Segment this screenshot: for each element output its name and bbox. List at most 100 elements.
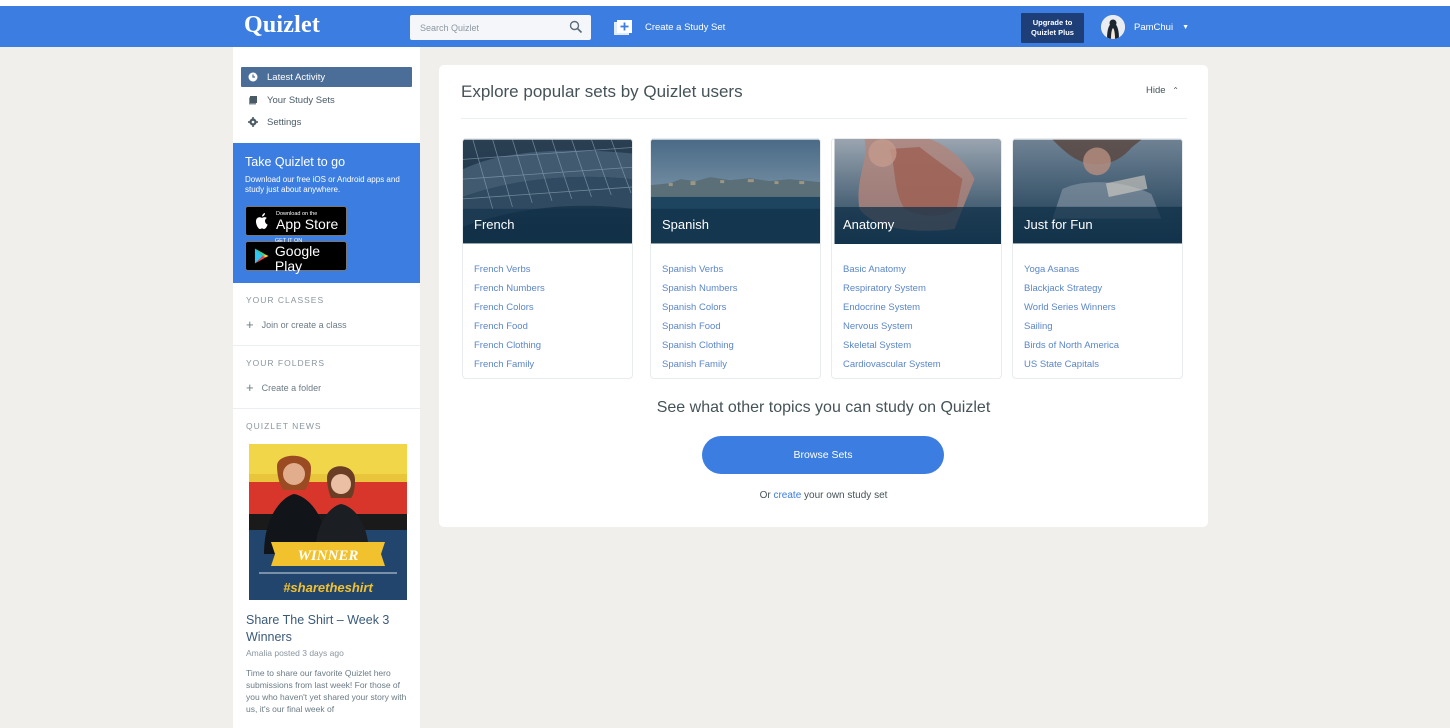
quizlet-news-heading: QUIZLET NEWS (246, 421, 322, 431)
set-link[interactable]: Sailing (1024, 317, 1119, 336)
set-link[interactable]: Endocrine System (843, 298, 941, 317)
set-link[interactable]: Nervous System (843, 317, 941, 336)
sidebar-item-label: Your Study Sets (267, 94, 335, 106)
top-bar: Quizlet Create a Study Set Upgrade to Qu… (0, 0, 1450, 47)
gear-icon (248, 117, 258, 127)
search-input[interactable] (410, 15, 565, 40)
sidebar-item-latest-activity[interactable]: Latest Activity (241, 67, 412, 87)
news-title[interactable]: Share The Shirt – Week 3 Winners (246, 612, 411, 646)
set-link[interactable]: French Colors (474, 298, 545, 317)
card-title[interactable]: French (474, 217, 514, 232)
set-link[interactable]: Yoga Asanas (1024, 260, 1119, 279)
plus-icon: + (246, 317, 254, 332)
or-prefix: Or (759, 490, 771, 501)
winner-banner-text: WINNER (298, 548, 359, 564)
book-icon (249, 96, 257, 105)
card-links: Spanish Verbs Spanish Numbers Spanish Co… (662, 260, 738, 374)
your-classes-heading: YOUR CLASSES (246, 295, 325, 305)
news-image[interactable]: WINNER #sharetheshirt (249, 444, 407, 600)
quizlet-logo[interactable]: Quizlet (244, 12, 320, 39)
hide-label: Hide (1146, 85, 1166, 96)
set-link[interactable]: Spanish Family (662, 355, 738, 374)
sidebar-item-study-sets[interactable]: Your Study Sets (241, 90, 412, 110)
panel-title: Explore popular sets by Quizlet users (461, 82, 743, 101)
or-suffix: your own study set (804, 490, 888, 501)
app-store-button[interactable]: Download on the App Store (245, 206, 347, 236)
news-photo: WINNER #sharetheshirt (249, 444, 407, 600)
set-link[interactable]: French Family (474, 355, 545, 374)
create-study-set-button[interactable]: Create a Study Set (614, 17, 725, 37)
set-link[interactable]: US State Capitals (1024, 355, 1119, 374)
set-link[interactable]: Blackjack Strategy (1024, 279, 1119, 298)
card-title[interactable]: Anatomy (843, 217, 894, 232)
topic-card-just-for-fun: Just for Fun Yoga Asanas Blackjack Strat… (1012, 138, 1183, 379)
google-play-icon (254, 248, 269, 264)
set-link[interactable]: French Food (474, 317, 545, 336)
topic-card-anatomy: Anatomy Basic Anatomy Respiratory System… (831, 138, 1002, 379)
set-link[interactable]: French Numbers (474, 279, 545, 298)
promo-title: Take Quizlet to go (245, 155, 346, 169)
news-meta: Amalia posted 3 days ago (246, 648, 344, 658)
divider (233, 408, 420, 409)
sidebar-item-label: Settings (267, 116, 302, 128)
avatar[interactable] (1101, 15, 1125, 39)
plus-icon: + (246, 380, 254, 395)
avatar-image (1101, 15, 1125, 39)
username: PamChui (1134, 21, 1174, 33)
promo-text: Download our free iOS or Android apps an… (245, 175, 400, 194)
google-play-label: Google Play (274, 243, 321, 274)
set-link[interactable]: World Series Winners (1024, 298, 1119, 317)
upgrade-line-1: Upgrade to (1032, 18, 1073, 27)
clock-icon (248, 72, 258, 82)
set-link[interactable]: Basic Anatomy (843, 260, 941, 279)
card-links: Yoga Asanas Blackjack Strategy World Ser… (1024, 260, 1119, 374)
apple-icon (256, 213, 268, 229)
card-links: French Verbs French Numbers French Color… (474, 260, 545, 374)
user-menu[interactable]: PamChui ▼ (1101, 15, 1189, 39)
set-link[interactable]: Spanish Numbers (662, 279, 738, 298)
topic-card-spanish: Spanish Spanish Verbs Spanish Numbers Sp… (650, 138, 821, 379)
create-own-set-line: Or create your own study set (439, 490, 1208, 501)
app-store-label: App Store (276, 215, 339, 232)
set-link[interactable]: Cardiovascular System (843, 355, 941, 374)
see-other-topics-heading: See what other topics you can study on Q… (656, 399, 991, 416)
card-links: Basic Anatomy Respiratory System Endocri… (843, 260, 941, 374)
divider (233, 345, 420, 346)
upgrade-line-2: Quizlet Plus (1031, 28, 1074, 37)
card-title[interactable]: Just for Fun (1024, 217, 1093, 232)
top-border (0, 0, 1450, 6)
set-link[interactable]: French Verbs (474, 260, 545, 279)
chevron-down-icon[interactable]: ▼ (1182, 24, 1189, 31)
card-title[interactable]: Spanish (662, 217, 709, 232)
set-link[interactable]: Birds of North America (1024, 336, 1119, 355)
google-play-button[interactable]: GET IT ON Google Play (245, 238, 347, 274)
upgrade-button[interactable]: Upgrade to Quizlet Plus (1021, 13, 1084, 43)
set-link[interactable]: Spanish Verbs (662, 260, 738, 279)
join-create-class-link[interactable]: + Join or create a class (246, 317, 347, 332)
divider (461, 118, 1187, 119)
create-folder-label: Create a folder (261, 383, 322, 393)
create-folder-link[interactable]: + Create a folder (246, 380, 322, 395)
news-body: Time to share our favorite Quizlet hero … (246, 668, 407, 714)
sidebar-item-settings[interactable]: Settings (241, 112, 412, 132)
topic-card-french: French French Verbs French Numbers Frenc… (462, 138, 633, 379)
set-link[interactable]: Skeletal System (843, 336, 941, 355)
browse-sets-button[interactable]: Browse Sets (702, 436, 944, 474)
create-link[interactable]: create (773, 490, 801, 501)
sidebar-item-label: Latest Activity (267, 71, 326, 83)
search-box[interactable] (410, 15, 591, 40)
set-link[interactable]: Spanish Clothing (662, 336, 738, 355)
set-link[interactable]: Respiratory System (843, 279, 941, 298)
create-set-icon (614, 19, 632, 35)
join-class-label: Join or create a class (261, 320, 347, 330)
hashtag-text: #sharetheshirt (283, 580, 373, 595)
search-icon[interactable] (569, 20, 583, 34)
set-link[interactable]: Spanish Food (662, 317, 738, 336)
explore-panel: Explore popular sets by Quizlet users Hi… (439, 65, 1208, 527)
your-folders-heading: YOUR FOLDERS (246, 358, 326, 368)
chevron-up-icon: ⌃ (1172, 86, 1179, 95)
set-link[interactable]: French Clothing (474, 336, 545, 355)
hide-button[interactable]: Hide ⌃ (1146, 85, 1179, 96)
set-link[interactable]: Spanish Colors (662, 298, 738, 317)
sidebar: Latest Activity Your Study Sets Settings… (233, 47, 420, 728)
